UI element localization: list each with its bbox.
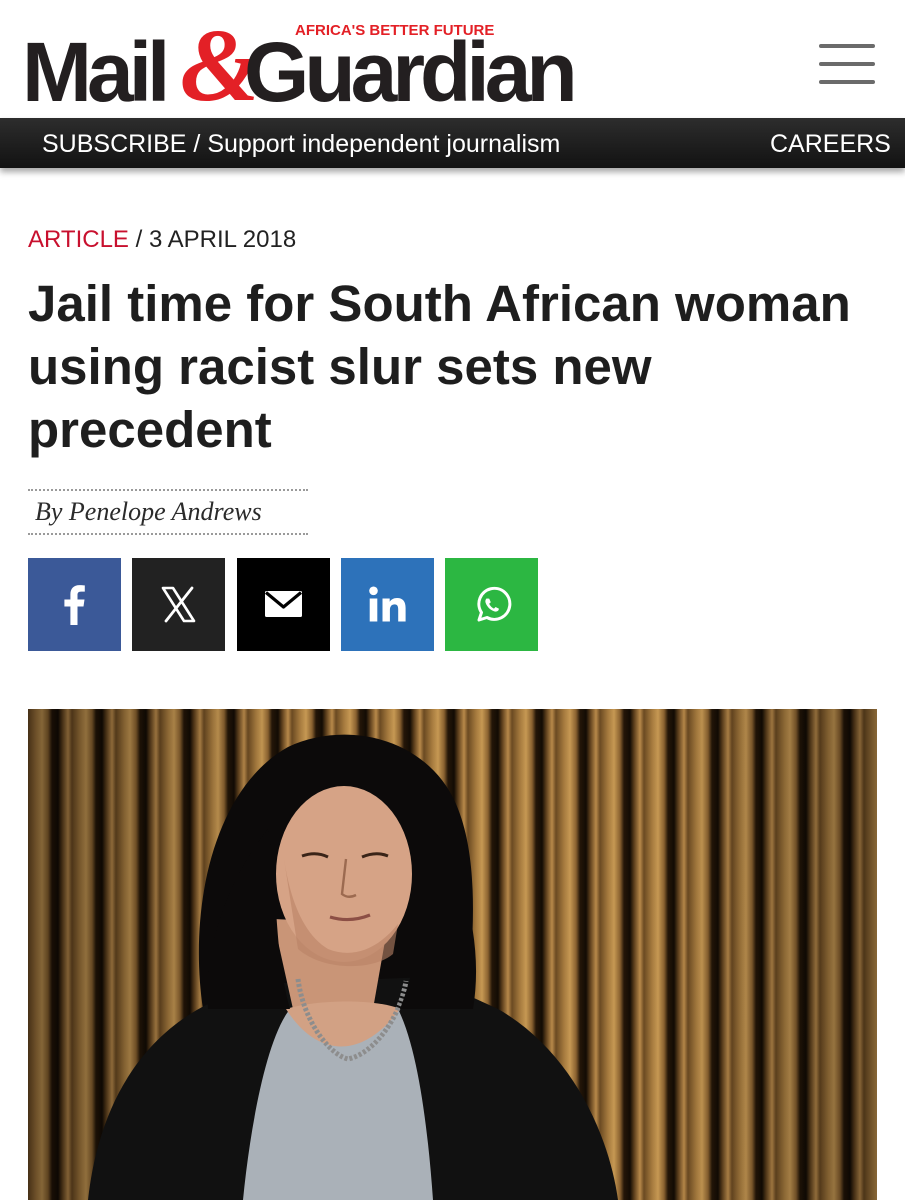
subscribe-link[interactable]: SUBSCRIBE / Support independent journali… [42,130,560,158]
article-headline: Jail time for South African woman using … [28,275,851,458]
share-whatsapp-button[interactable] [445,558,538,651]
careers-link[interactable]: CAREERS [770,130,891,158]
article-category-link[interactable]: ARTICLE [28,226,129,253]
facebook-icon [64,585,85,625]
linkedin-icon [369,586,406,622]
envelope-icon [264,591,303,617]
article-photo [28,709,877,1200]
share-linkedin-button[interactable] [341,558,434,651]
hamburger-menu-icon[interactable] [816,40,878,88]
share-email-button[interactable] [237,558,330,651]
site-header: Mail & Guardian AFRICA'S BETTER FUTURE [0,0,905,118]
article-meta: ARTICLE / 3 APRIL 2018 [28,226,296,254]
site-logo[interactable]: Mail & Guardian AFRICA'S BETTER FUTURE [22,10,612,118]
article-date: 3 APRIL 2018 [148,226,297,253]
courtroom-photo-illustration [28,709,877,1200]
whatsapp-icon [477,586,512,622]
byline: By Penelope Andrews [28,489,308,535]
menu-bar [819,80,875,84]
meta-separator: / [135,226,143,253]
share-facebook-button[interactable] [28,558,121,651]
share-x-button[interactable] [132,558,225,651]
subscribe-bar: SUBSCRIBE / Support independent journali… [0,118,905,168]
article-page: Mail & Guardian AFRICA'S BETTER FUTURE S… [0,0,905,1200]
menu-bar [819,62,875,66]
menu-bar [819,44,875,48]
byline-author[interactable]: By Penelope Andrews [35,497,262,527]
x-icon [161,586,196,623]
logo-guardian: Guardian [244,25,578,119]
logo-tagline: AFRICA'S BETTER FUTURE [292,22,498,39]
logo-mail: Mail [22,25,170,119]
